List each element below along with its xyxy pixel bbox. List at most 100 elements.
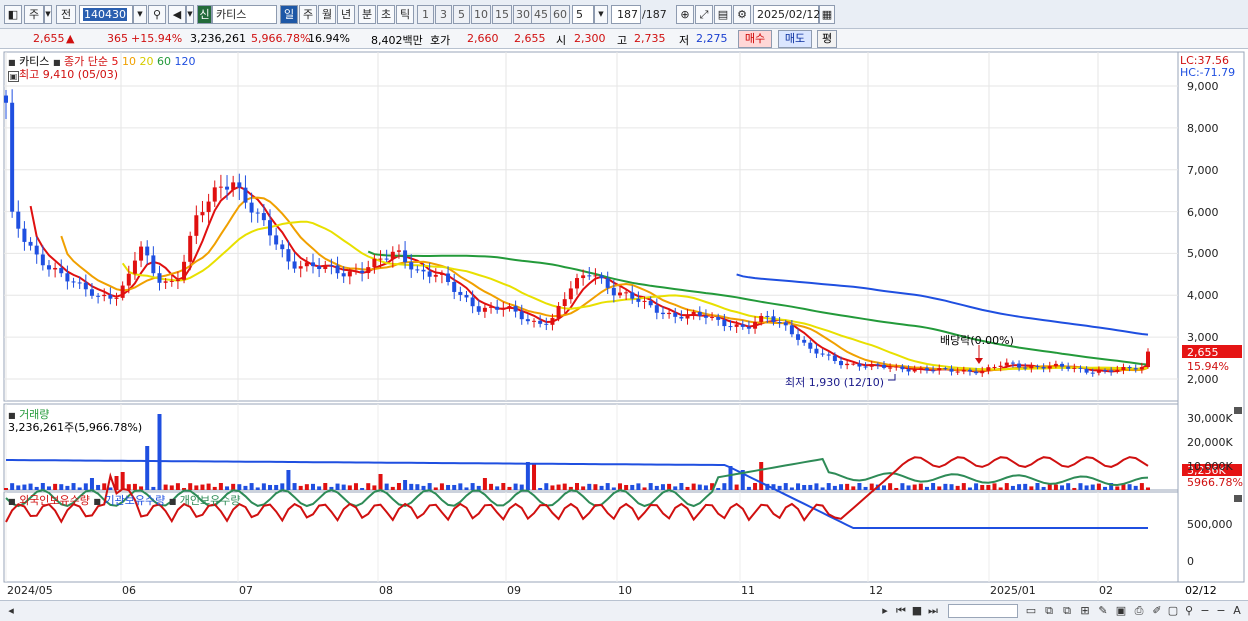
- data-count-input[interactable]: 187: [611, 5, 641, 24]
- minus-icon[interactable]: −: [1214, 604, 1228, 618]
- speaker-dropdown-icon[interactable]: ▼: [186, 5, 194, 24]
- draw-icon[interactable]: ✎: [1096, 604, 1110, 618]
- sell-button[interactable]: 매도: [778, 30, 812, 48]
- legend-institution: 기관보유수량: [104, 494, 166, 507]
- candle-body: [169, 280, 174, 282]
- volume-bar: [1078, 483, 1083, 490]
- pencil-icon[interactable]: ✐: [1150, 604, 1164, 618]
- stock-chart[interactable]: [0, 49, 1248, 600]
- volume-bar: [746, 486, 751, 490]
- tick-option-5[interactable]: 5: [453, 5, 470, 24]
- tick-count-dropdown-icon[interactable]: ▼: [594, 5, 608, 24]
- lock-icon[interactable]: ▣: [8, 71, 19, 82]
- volume-panel-close-icon[interactable]: [1234, 407, 1242, 414]
- zoom-out-icon[interactable]: −: [1198, 604, 1212, 618]
- data-count-total-label: /187: [642, 8, 667, 21]
- candle-body: [347, 271, 352, 277]
- candle-body: [71, 281, 76, 283]
- period-tab-minute[interactable]: 분: [358, 5, 376, 24]
- tick-count-input[interactable]: 5: [572, 5, 594, 24]
- volume-panel[interactable]: [3, 403, 1179, 491]
- x-tick-label: 2024/05: [7, 584, 53, 597]
- forward-icon[interactable]: ⏭: [926, 604, 940, 618]
- chart-settings-icon[interactable]: ⤢: [695, 5, 713, 24]
- tick-option-30[interactable]: 30: [513, 5, 533, 24]
- volume-bar: [1060, 485, 1065, 490]
- speaker-icon[interactable]: ◀: [168, 5, 186, 24]
- zoom-search-icon[interactable]: ⚲: [1182, 604, 1196, 618]
- print-icon[interactable]: ⎙: [1132, 604, 1146, 618]
- volume-bar: [728, 466, 733, 490]
- layout-multi-icon[interactable]: ⧉: [1060, 604, 1074, 618]
- window-menu-icon[interactable]: ◧: [4, 5, 22, 24]
- lock-icon[interactable]: ▢: [1166, 604, 1180, 618]
- volume-bar: [538, 487, 543, 490]
- market-dropdown-icon[interactable]: ▼: [44, 5, 52, 24]
- tick-option-45[interactable]: 45: [531, 5, 551, 24]
- volume-bar: [697, 484, 702, 490]
- volume-bar: [624, 484, 629, 490]
- layout-icon[interactable]: ▭: [1024, 604, 1038, 618]
- tick-option-3[interactable]: 3: [435, 5, 452, 24]
- volume-bar: [562, 483, 567, 490]
- tick-option-60[interactable]: 60: [550, 5, 570, 24]
- candle-body: [722, 319, 727, 327]
- zoom-in-icon[interactable]: ⊕: [676, 5, 694, 24]
- crosshair-icon[interactable]: ⊞: [1078, 604, 1092, 618]
- period-tab-week[interactable]: 주: [299, 5, 317, 24]
- period-tab-tick[interactable]: 틱: [396, 5, 414, 24]
- volume-bar: [446, 484, 451, 490]
- stop-icon[interactable]: ■: [910, 604, 924, 618]
- tick-option-1[interactable]: 1: [417, 5, 434, 24]
- play-icon[interactable]: ▸: [878, 604, 892, 618]
- layout-split-icon[interactable]: ⧉: [1042, 604, 1056, 618]
- scroll-left-icon[interactable]: ◂: [4, 604, 18, 618]
- candle-body: [231, 182, 236, 190]
- tick-option-10-label: 10: [474, 8, 488, 21]
- volume-bar: [1017, 484, 1022, 490]
- candle-body: [1072, 367, 1077, 369]
- last-change-tag: 15.94%: [1187, 360, 1229, 373]
- date-input[interactable]: 2025/02/12: [753, 5, 820, 24]
- volume-bar: [163, 484, 168, 490]
- stock-code-input[interactable]: 140430: [79, 5, 133, 24]
- candle-body: [212, 187, 217, 202]
- save-icon[interactable]: ▤: [714, 5, 732, 24]
- tick-option-10[interactable]: 10: [471, 5, 491, 24]
- bottom-scrollbar[interactable]: ◂ ▸ ⏮ ■ ⏭ ▭ ⧉ ⧉ ⊞ ✎ ▣ ⎙ ✐ ▢ ⚲ − − A: [0, 600, 1248, 621]
- tick-option-15[interactable]: 15: [492, 5, 512, 24]
- screen-icon[interactable]: ▣: [1114, 604, 1128, 618]
- price-panel[interactable]: [3, 51, 1179, 402]
- candle-body: [1004, 362, 1009, 366]
- stock-name-field[interactable]: 카티스: [212, 5, 277, 24]
- code-dropdown-icon[interactable]: ▼: [133, 5, 147, 24]
- candle-body: [937, 368, 942, 371]
- candle-body: [1023, 367, 1028, 369]
- period-tab-month[interactable]: 월: [318, 5, 336, 24]
- period-tab-year[interactable]: 년: [337, 5, 355, 24]
- font-size-icon[interactable]: A: [1230, 604, 1244, 618]
- gear-icon[interactable]: ⚙: [733, 5, 751, 24]
- rewind-icon[interactable]: ⏮: [894, 604, 908, 618]
- avg-button[interactable]: 평: [817, 30, 837, 48]
- candle-body: [1066, 366, 1071, 369]
- period-week-label: 주: [302, 8, 314, 21]
- volume-bar: [390, 486, 395, 490]
- search-icon[interactable]: ⚲: [148, 5, 166, 24]
- prev-button[interactable]: 전: [56, 5, 76, 24]
- volume-bar: [403, 480, 408, 490]
- price-change: 365: [107, 32, 128, 45]
- calendar-icon[interactable]: ▦: [819, 5, 835, 24]
- market-select[interactable]: 주: [24, 5, 44, 24]
- hc-label: HC:-71.79: [1180, 66, 1236, 79]
- volume-bar: [108, 487, 113, 490]
- holdings-panel-close-icon[interactable]: [1234, 495, 1242, 502]
- candle-body: [1053, 363, 1058, 367]
- candle-body: [1121, 366, 1126, 371]
- volume-bar: [341, 484, 346, 490]
- period-tab-day[interactable]: 일: [280, 5, 298, 24]
- volume-bar: [593, 484, 598, 490]
- buy-button[interactable]: 매수: [738, 30, 772, 48]
- zoom-slider[interactable]: [948, 604, 1018, 618]
- period-tab-second[interactable]: 초: [377, 5, 395, 24]
